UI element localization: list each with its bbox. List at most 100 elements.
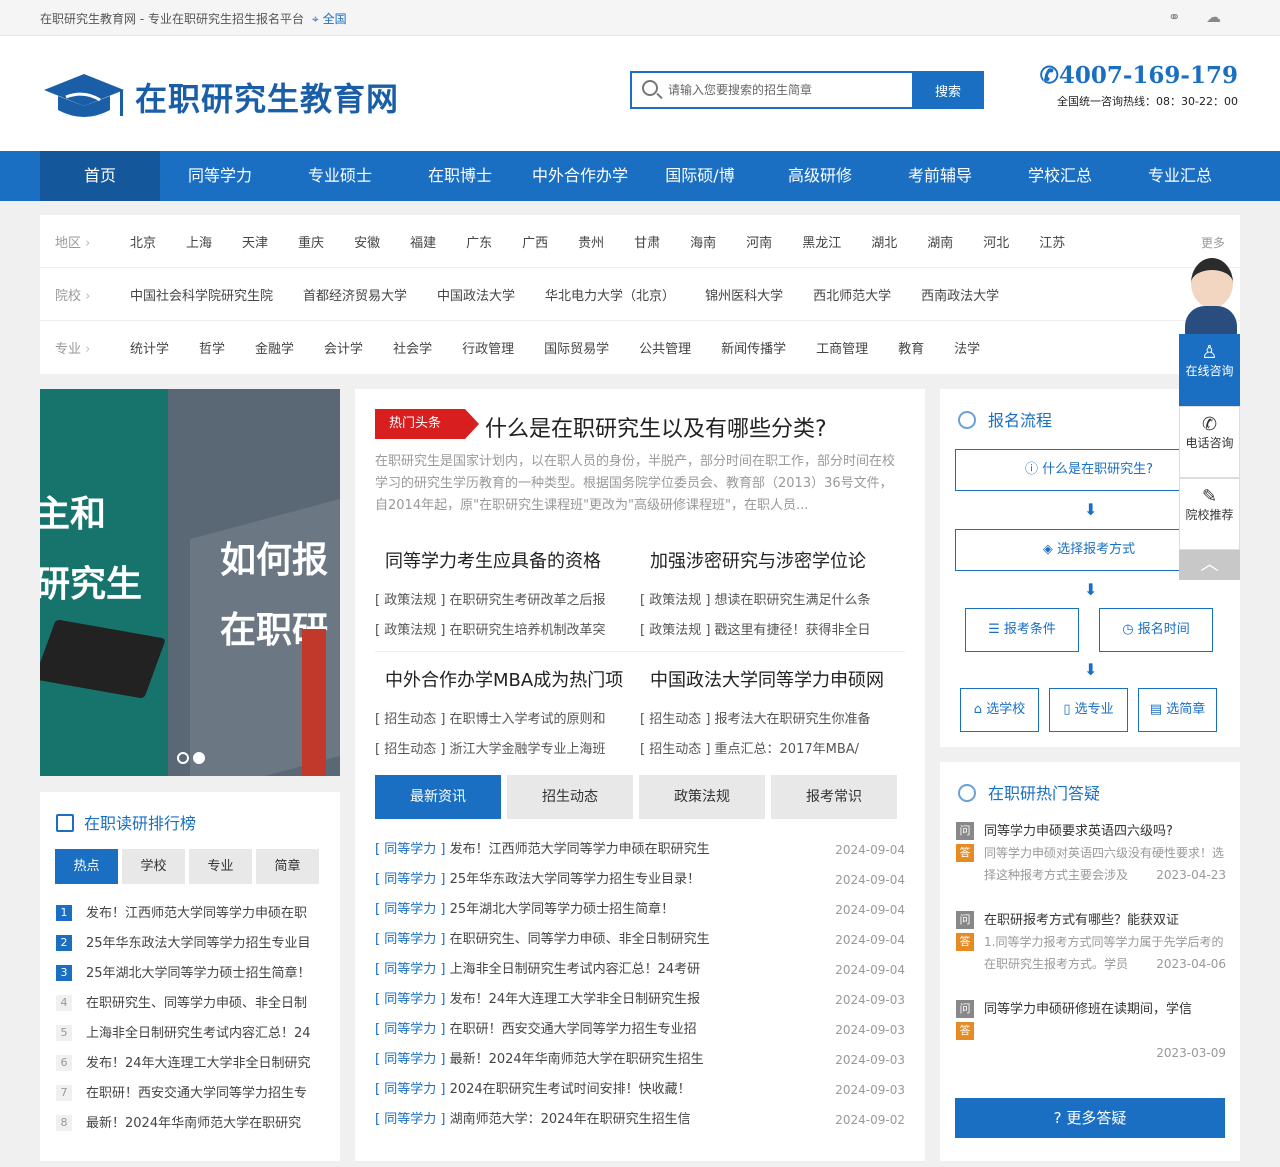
news-item[interactable]: [ 同等学力 ] 发布！江西师范大学同等学力申硕在职研究生 2024-09-04 xyxy=(375,835,905,865)
time-button[interactable]: ◷ 报名时间 xyxy=(1099,608,1213,652)
filter-item[interactable]: 哲学 xyxy=(199,338,225,357)
nav-item-international[interactable]: 国际硕/博 xyxy=(640,151,760,201)
news-item[interactable]: [ 同等学力 ] 上海非全日制研究生考试内容汇总！24考研 2024-09-04 xyxy=(375,955,905,985)
filter-item[interactable]: 安徽 xyxy=(354,232,380,251)
choose-major-button[interactable]: ▯ 选专业 xyxy=(1049,688,1128,732)
filter-item[interactable]: 国际贸易学 xyxy=(544,338,609,357)
search-button[interactable]: 搜索 xyxy=(912,71,984,109)
filter-item[interactable]: 教育 xyxy=(898,338,924,357)
location-selector[interactable]: ⌖ 全国 xyxy=(312,10,347,27)
back-to-top-button[interactable]: ︿ xyxy=(1179,550,1240,580)
filter-item[interactable]: 首都经济贸易大学 xyxy=(303,285,407,304)
article-title[interactable]: 加强涉密研究与涉密学位论 xyxy=(640,547,895,573)
tab-brochure[interactable]: 简章 xyxy=(256,849,319,884)
tab-hot[interactable]: 热点 xyxy=(55,849,118,884)
filter-item[interactable]: 社会学 xyxy=(393,338,432,357)
filter-item[interactable]: 江苏 xyxy=(1039,232,1065,251)
nav-item-home[interactable]: 首页 xyxy=(40,151,160,201)
filter-item[interactable]: 贵州 xyxy=(578,232,604,251)
phone-number[interactable]: ✆4007-169-179 xyxy=(1040,62,1238,89)
ranking-item[interactable]: 2 25年华东政法大学同等学力招生专业目 xyxy=(56,929,331,959)
wechat-icon[interactable]: ☁ xyxy=(1206,8,1221,26)
conditions-button[interactable]: ☰ 报考条件 xyxy=(965,608,1079,652)
filter-item[interactable]: 福建 xyxy=(410,232,436,251)
nav-item-majors[interactable]: 专业汇总 xyxy=(1120,151,1240,201)
filter-item[interactable]: 黑龙江 xyxy=(802,232,841,251)
article-link[interactable]: [ 招生动态 ] 报考法大在职研究生你准备 xyxy=(640,705,895,735)
tab-school[interactable]: 学校 xyxy=(122,849,185,884)
ranking-item[interactable]: 7 在职研！西安交通大学同等学力招生专 xyxy=(56,1079,331,1109)
article-link[interactable]: [ 政策法规 ] 戳这里有捷径！获得非全日 xyxy=(640,616,895,646)
article-title[interactable]: 中外合作办学MBA成为热门项 xyxy=(375,666,630,692)
news-item[interactable]: [ 同等学力 ] 在职研究生、同等学力申硕、非全日制研究生 2024-09-04 xyxy=(375,925,905,955)
nav-item-schools[interactable]: 学校汇总 xyxy=(1000,151,1120,201)
filter-item[interactable]: 工商管理 xyxy=(816,338,868,357)
qa-item[interactable]: 问同等学力申硕研修班在读期间，学信 答 2023-03-09 xyxy=(956,998,1226,1064)
news-item[interactable]: [ 同等学力 ] 湖南师范大学：2024年在职研究生招生信 2024-09-02 xyxy=(375,1105,905,1135)
news-item[interactable]: [ 同等学力 ] 25年湖北大学同等学力硕士招生简章！ 2024-09-04 xyxy=(375,895,905,925)
news-item[interactable]: [ 同等学力 ] 最新！2024年华南师范大学在职研究生招生 2024-09-03 xyxy=(375,1045,905,1075)
filter-item[interactable]: 统计学 xyxy=(130,338,169,357)
filter-item[interactable]: 新闻传播学 xyxy=(721,338,786,357)
nav-item-phd[interactable]: 在职博士 xyxy=(400,151,520,201)
news-item[interactable]: [ 同等学力 ] 25年华东政法大学同等学力招生专业目录！ 2024-09-04 xyxy=(375,865,905,895)
ranking-item[interactable]: 6 发布！24年大连理工大学非全日制研究 xyxy=(56,1049,331,1079)
filter-item[interactable]: 天津 xyxy=(242,232,268,251)
filter-item[interactable]: 重庆 xyxy=(298,232,324,251)
filter-item[interactable]: 中国政法大学 xyxy=(437,285,515,304)
news-item[interactable]: [ 同等学力 ] 发布！24年大连理工大学非全日制研究生报 2024-09-03 xyxy=(375,985,905,1015)
article-link[interactable]: [ 招生动态 ] 重点汇总：2017年MBA/ xyxy=(640,735,895,765)
filter-item[interactable]: 湖南 xyxy=(927,232,953,251)
qa-item[interactable]: 问在职研报考方式有哪些？能获双证 答 1.同等学力报考方式同等学力属于先学后考的在… xyxy=(956,909,1226,975)
link-icon[interactable]: ⚭ xyxy=(1168,8,1181,26)
filter-item[interactable]: 锦州医科大学 xyxy=(705,285,783,304)
phone-consult-button[interactable]: ✆ 电话咨询 xyxy=(1179,406,1240,478)
filter-item[interactable]: 甘肃 xyxy=(634,232,660,251)
nav-item-tutoring[interactable]: 考前辅导 xyxy=(880,151,1000,201)
tab-admission[interactable]: 招生动态 xyxy=(507,775,633,819)
filter-item[interactable]: 法学 xyxy=(954,338,980,357)
news-item[interactable]: [ 同等学力 ] 2024在职研究生考试时间安排！快收藏！ 2024-09-03 xyxy=(375,1075,905,1105)
filter-more-link[interactable]: 更多 xyxy=(1201,234,1225,251)
nav-item-professional-master[interactable]: 专业硕士 xyxy=(280,151,400,201)
filter-item[interactable]: 华北电力大学（北京） xyxy=(545,285,675,304)
tab-policy[interactable]: 政策法规 xyxy=(639,775,765,819)
filter-item[interactable]: 广东 xyxy=(466,232,492,251)
search-input[interactable] xyxy=(668,78,908,102)
filter-item[interactable]: 西北师范大学 xyxy=(813,285,891,304)
carousel-dot-active[interactable] xyxy=(193,752,205,764)
filter-item[interactable]: 海南 xyxy=(690,232,716,251)
headline-title[interactable]: 什么是在职研究生以及有哪些分类? xyxy=(485,411,827,443)
filter-item[interactable]: 湖北 xyxy=(871,232,897,251)
filter-item[interactable]: 金融学 xyxy=(255,338,294,357)
ranking-item[interactable]: 5 上海非全日制研究生考试内容汇总！24 xyxy=(56,1019,331,1049)
more-qa-button[interactable]: ? 更多答疑 xyxy=(955,1098,1225,1138)
site-logo[interactable]: 在职研究生教育网 xyxy=(40,72,400,122)
choose-brochure-button[interactable]: ▤ 选简章 xyxy=(1138,688,1217,732)
filter-item[interactable]: 河南 xyxy=(746,232,772,251)
tab-major[interactable]: 专业 xyxy=(189,849,252,884)
ranking-item[interactable]: 1 发布！江西师范大学同等学力申硕在职 xyxy=(56,899,331,929)
article-title[interactable]: 同等学力考生应具备的资格 xyxy=(375,547,630,573)
filter-item[interactable]: 西南政法大学 xyxy=(921,285,999,304)
article-link[interactable]: [ 招生动态 ] 在职博士入学考试的原则和 xyxy=(375,705,630,735)
nav-item-sino-foreign[interactable]: 中外合作办学 xyxy=(520,151,640,201)
article-link[interactable]: [ 政策法规 ] 在职研究生考研改革之后报 xyxy=(375,586,630,616)
carousel-dot[interactable] xyxy=(177,752,189,764)
filter-item[interactable]: 上海 xyxy=(186,232,212,251)
article-link[interactable]: [ 政策法规 ] 想读在职研究生满足什么条 xyxy=(640,586,895,616)
filter-item[interactable]: 广西 xyxy=(522,232,548,251)
nav-item-advanced[interactable]: 高级研修 xyxy=(760,151,880,201)
article-link[interactable]: [ 政策法规 ] 在职研究生培养机制改革突 xyxy=(375,616,630,646)
choose-school-button[interactable]: ⌂ 选学校 xyxy=(960,688,1039,732)
nav-item-equivalent[interactable]: 同等学力 xyxy=(160,151,280,201)
filter-item[interactable]: 北京 xyxy=(130,232,156,251)
ranking-item[interactable]: 3 25年湖北大学同等学力硕士招生简章！ xyxy=(56,959,331,989)
school-recommend-button[interactable]: ✎ 院校推荐 xyxy=(1179,478,1240,550)
article-link[interactable]: [ 招生动态 ] 浙江大学金融学专业上海班 xyxy=(375,735,630,765)
news-item[interactable]: [ 同等学力 ] 在职研！西安交通大学同等学力招生专业招 2024-09-03 xyxy=(375,1015,905,1045)
ranking-item[interactable]: 8 最新！2024年华南师范大学在职研究 xyxy=(56,1109,331,1139)
filter-item[interactable]: 中国社会科学院研究生院 xyxy=(130,285,273,304)
tab-latest[interactable]: 最新资讯 xyxy=(375,775,501,819)
tab-knowledge[interactable]: 报考常识 xyxy=(771,775,897,819)
